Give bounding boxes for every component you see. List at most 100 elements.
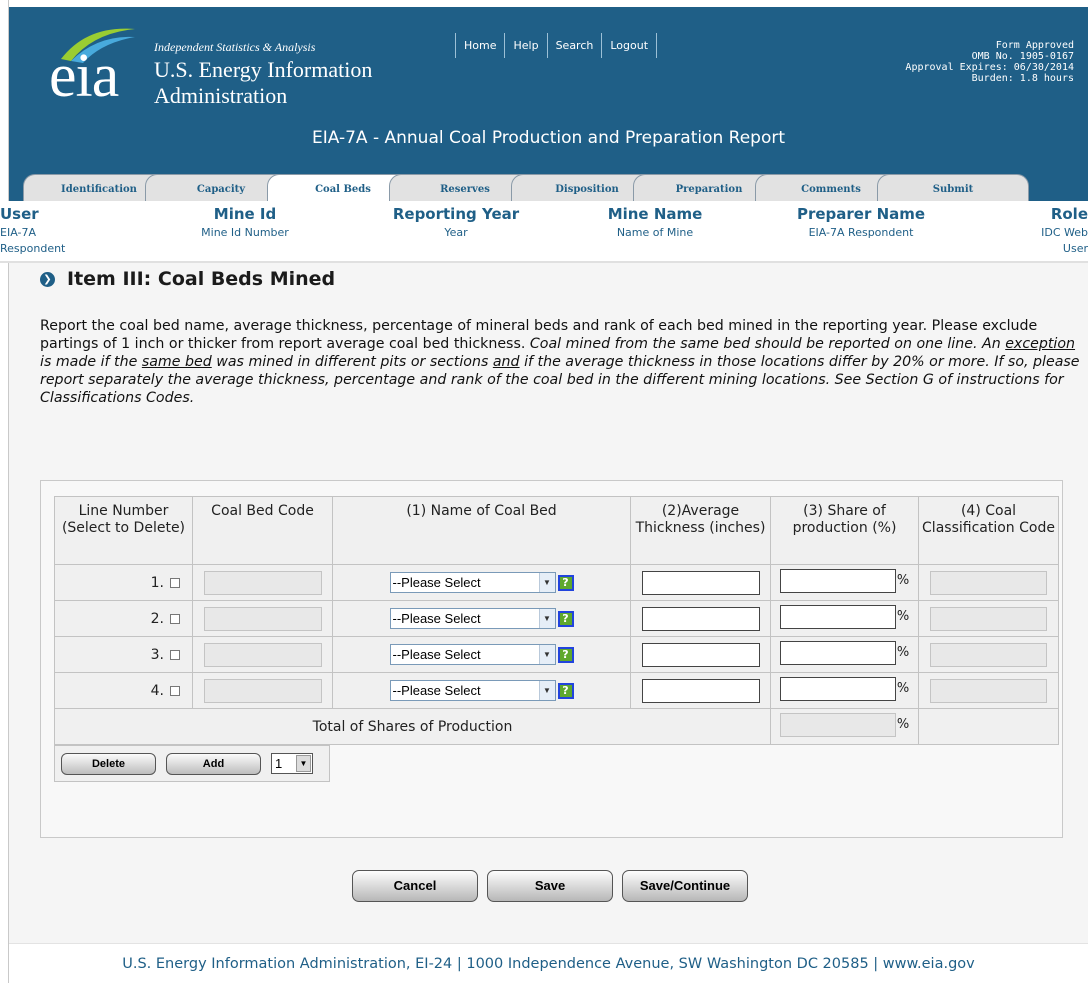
header-share-of-production: (3) Share of production (%) bbox=[770, 496, 919, 565]
total-label: Total of Shares of Production bbox=[54, 708, 771, 745]
coal-classification-field bbox=[930, 606, 1047, 631]
info-user: User EIA-7A Respondent bbox=[0, 205, 65, 257]
average-thickness-input[interactable] bbox=[641, 642, 760, 667]
save-continue-button[interactable]: Save/Continue bbox=[622, 870, 748, 902]
user-value: EIA-7A Respondent bbox=[0, 225, 65, 257]
help-icon[interactable]: ? bbox=[557, 682, 574, 699]
cancel-button[interactable]: Cancel bbox=[352, 870, 478, 902]
delete-button[interactable]: Delete bbox=[61, 752, 156, 775]
coal-beds-table: Line Number (Select to Delete) Coal Bed … bbox=[54, 496, 1059, 745]
table-row: 1. --Please Select ▼? % bbox=[54, 564, 1059, 601]
row-controls: Delete Add 1 ▼ bbox=[54, 745, 330, 782]
info-mine-id: Mine Id Mine Id Number bbox=[200, 205, 290, 241]
line-number: 4. bbox=[150, 682, 164, 699]
coal-bed-name-cell: --Please Select ▼? bbox=[332, 600, 631, 637]
row-delete-checkbox[interactable] bbox=[170, 649, 180, 660]
share-of-production-input[interactable] bbox=[779, 568, 896, 593]
chevron-down-icon[interactable]: ▼ bbox=[538, 681, 555, 700]
coal-bed-name-select[interactable]: --Please Select ▼ bbox=[389, 680, 556, 701]
row-delete-checkbox[interactable] bbox=[170, 613, 180, 624]
reporting-year-value: Year bbox=[444, 226, 468, 239]
header-average-thickness: (2)Average Thickness (inches) bbox=[630, 496, 771, 565]
classification-cell bbox=[918, 672, 1059, 709]
percent-sign: % bbox=[896, 645, 910, 660]
save-button[interactable]: Save bbox=[487, 870, 613, 902]
preparer-name-label: Preparer Name bbox=[796, 205, 926, 223]
preparer-name-value: EIA-7A Respondent bbox=[808, 226, 914, 239]
header-coal-classification: (4) Coal Classification Code bbox=[918, 496, 1059, 565]
add-button[interactable]: Add bbox=[166, 752, 261, 775]
line-number-cell: 4. bbox=[54, 672, 193, 709]
total-share-group: % bbox=[779, 712, 909, 737]
nav-logout-link[interactable]: Logout bbox=[601, 33, 658, 58]
row-delete-checkbox[interactable] bbox=[170, 577, 180, 588]
coal-bed-select-group: --Please Select ▼? bbox=[389, 572, 574, 593]
average-thickness-input[interactable] bbox=[641, 606, 760, 631]
thickness-cell bbox=[630, 564, 771, 601]
coal-bed-name-select[interactable]: --Please Select ▼ bbox=[389, 608, 556, 629]
user-value-line2: Respondent bbox=[0, 242, 66, 255]
line-number-cell: 1. bbox=[54, 564, 193, 601]
average-thickness-input[interactable] bbox=[641, 570, 760, 595]
coal-bed-name-select[interactable]: --Please Select ▼ bbox=[389, 644, 556, 665]
coal-bed-code-cell bbox=[192, 564, 333, 601]
approval-expires: Approval Expires: 06/30/2014 bbox=[905, 62, 1074, 73]
approval-omb: OMB No. 1905-0167 bbox=[971, 51, 1074, 62]
chevron-down-icon[interactable]: ▼ bbox=[538, 573, 555, 592]
share-input-group: % bbox=[779, 604, 909, 629]
total-share-field bbox=[779, 712, 896, 737]
coal-classification-field bbox=[930, 570, 1047, 595]
select-value: --Please Select bbox=[392, 683, 481, 698]
select-value: --Please Select bbox=[392, 575, 481, 590]
report-info-bar: User EIA-7A Respondent Mine Id Mine Id Nu… bbox=[0, 201, 1088, 263]
select-value: --Please Select bbox=[392, 647, 481, 662]
average-thickness-input[interactable] bbox=[641, 678, 760, 703]
info-mine-name: Mine Name Name of Mine bbox=[600, 205, 710, 241]
chevron-down-icon[interactable]: ▼ bbox=[538, 609, 555, 628]
org-name-line1: U.S. Energy Information bbox=[154, 57, 373, 82]
tab-submit[interactable]: Submit bbox=[877, 174, 1029, 201]
section-title: Item III: Coal Beds Mined bbox=[67, 268, 336, 290]
logo-tagline: Independent Statistics & Analysis bbox=[154, 40, 316, 54]
eia-logo-text[interactable]: eia bbox=[49, 45, 119, 107]
total-share-cell: % bbox=[770, 708, 919, 745]
share-cell: % bbox=[770, 636, 919, 673]
mine-id-value: Mine Id Number bbox=[201, 226, 289, 239]
coal-bed-name-cell: --Please Select ▼? bbox=[332, 564, 631, 601]
coal-bed-code-cell bbox=[192, 600, 333, 637]
row-delete-checkbox[interactable] bbox=[170, 685, 180, 696]
instructions-part2: Coal mined from the same bed should be r… bbox=[529, 336, 1006, 352]
arrow-bullet-icon: ❯ bbox=[40, 271, 55, 287]
share-of-production-input[interactable] bbox=[779, 676, 896, 701]
share-cell: % bbox=[770, 672, 919, 709]
line-number-cell: 3. bbox=[54, 636, 193, 673]
nav-help-link[interactable]: Help bbox=[504, 33, 546, 58]
instructions-exception: exception bbox=[1005, 336, 1076, 352]
help-icon[interactable]: ? bbox=[557, 646, 574, 663]
total-row: Total of Shares of Production % bbox=[54, 708, 1059, 745]
chevron-down-icon[interactable]: ▼ bbox=[296, 755, 311, 772]
add-count-select[interactable]: 1 ▼ bbox=[271, 753, 313, 774]
coal-bed-name-cell: --Please Select ▼? bbox=[332, 636, 631, 673]
add-count-value: 1 bbox=[275, 756, 283, 771]
approval-line: Form Approved bbox=[995, 40, 1074, 51]
help-icon[interactable]: ? bbox=[557, 574, 574, 591]
header-coal-bed-code: Coal Bed Code bbox=[192, 496, 333, 565]
coal-bed-name-select[interactable]: --Please Select ▼ bbox=[389, 572, 556, 593]
share-cell: % bbox=[770, 564, 919, 601]
line-number: 1. bbox=[150, 574, 164, 591]
help-icon[interactable]: ? bbox=[557, 610, 574, 627]
line-number-cell: 2. bbox=[54, 600, 193, 637]
percent-sign: % bbox=[896, 573, 910, 588]
nav-home-link[interactable]: Home bbox=[455, 33, 504, 58]
nav-search-link[interactable]: Search bbox=[546, 33, 602, 58]
share-of-production-input[interactable] bbox=[779, 604, 896, 629]
share-of-production-input[interactable] bbox=[779, 640, 896, 665]
coal-bed-code-field bbox=[203, 606, 322, 631]
user-label: User bbox=[0, 205, 39, 223]
footer: U.S. Energy Information Administration, … bbox=[9, 943, 1088, 983]
thickness-cell bbox=[630, 600, 771, 637]
chevron-down-icon[interactable]: ▼ bbox=[538, 645, 555, 664]
table-row: 2. --Please Select ▼? % bbox=[54, 600, 1059, 637]
table-header-row: Line Number (Select to Delete) Coal Bed … bbox=[54, 496, 1059, 565]
